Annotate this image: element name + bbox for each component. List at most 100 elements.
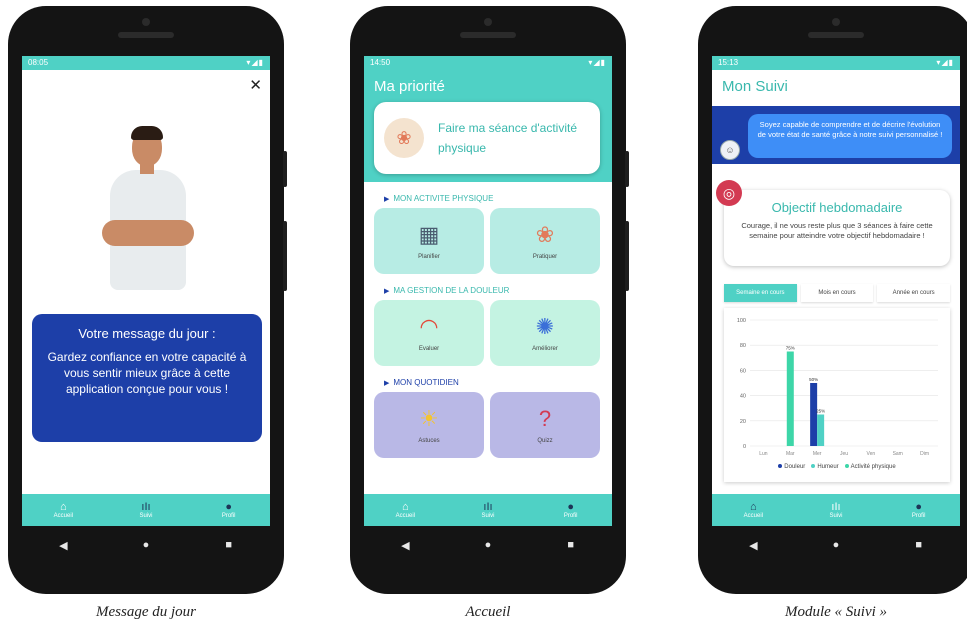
wellbeing-icon: ✺ — [535, 314, 555, 339]
weekly-goal-card: Objectif hebdomadaire Courage, il ne vou… — [724, 190, 950, 266]
section-quotidien: ▶ MON QUOTIDIEN — [384, 378, 459, 387]
nav-profil[interactable]: ● Profil — [529, 494, 612, 526]
home-circle-icon[interactable]: ● — [821, 539, 851, 551]
tile-ameliorer[interactable]: ✺ Améliorer — [490, 300, 600, 366]
phone-accueil: 14:50 ▾◢▮ Ma priorité ❀ Faire ma séance … — [350, 6, 629, 594]
caption-suivi: Module « Suivi » — [784, 604, 888, 620]
nav-accueil[interactable]: ⌂ Accueil — [712, 494, 795, 526]
coach-arms — [102, 220, 194, 246]
period-tabs: Semaine en cours Mois en cours Année en … — [724, 284, 951, 302]
coach-photo — [102, 126, 194, 308]
nav-profil[interactable]: ● Profil — [877, 494, 960, 526]
page-title: Ma priorité — [374, 78, 445, 95]
tile-evaluer[interactable]: ◠ Evaluer — [374, 300, 484, 366]
person-icon: ● — [225, 501, 232, 513]
target-icon: ◎ — [716, 180, 742, 206]
tile-pratiquer[interactable]: ❀ Pratiquer — [490, 208, 600, 274]
home-circle-icon[interactable]: ● — [131, 539, 161, 551]
legend-dot-douleur — [778, 464, 783, 468]
back-icon[interactable]: ◀ — [390, 539, 420, 552]
recents-icon[interactable]: ■ — [214, 539, 244, 551]
nav-accueil[interactable]: ⌂ Accueil — [364, 494, 447, 526]
progress-chart: 0 20 40 60 80 100 Lun Mar Mer Jeu Ven Sam Dim 75% 50% 2… — [724, 308, 950, 482]
power-button — [625, 151, 629, 187]
earpiece — [118, 32, 174, 38]
y-tick-label: 40 — [740, 394, 746, 400]
tile-astuces[interactable]: ☀ Astuces — [374, 392, 484, 458]
coach-hair — [131, 126, 163, 140]
status-time: 15:13 — [718, 58, 739, 67]
android-nav-bar: ◀ ● ■ — [364, 528, 612, 562]
front-camera — [484, 18, 492, 26]
daily-message-card: Votre message du jour : Gardez confiance… — [32, 314, 262, 442]
y-tick-label: 0 — [743, 444, 746, 450]
tab-mois[interactable]: Mois en cours — [800, 284, 874, 302]
status-icons: ▾◢▮ — [246, 58, 264, 67]
home-icon: ⌂ — [402, 501, 409, 513]
x-tick-label: Mer — [813, 451, 822, 457]
front-camera — [832, 18, 840, 26]
status-bar: 14:50 ▾◢▮ — [364, 56, 612, 70]
waveform-icon: ıIı — [141, 501, 151, 513]
home-circle-icon[interactable]: ● — [473, 539, 503, 551]
page-title: Mon Suivi — [722, 78, 788, 95]
caption-message: Message du jour — [96, 604, 196, 620]
nav-accueil[interactable]: ⌂ Accueil — [22, 494, 105, 526]
android-nav-bar: ◀ ● ■ — [22, 528, 270, 562]
waveform-icon: ıIı — [831, 501, 841, 513]
question-icon: ? — [538, 406, 552, 431]
x-tick-label: Mar — [786, 451, 795, 457]
yoga-icon: ❀ — [535, 222, 555, 247]
close-icon[interactable]: ✕ — [249, 76, 262, 94]
priority-card[interactable]: ❀ Faire ma séance d'activité physique — [374, 102, 600, 174]
recents-icon[interactable]: ■ — [904, 539, 934, 551]
nav-suivi[interactable]: ıIı Suivi — [447, 494, 530, 526]
priority-text: Faire ma séance d'activité physique — [438, 121, 578, 155]
screen-suivi: 15:13 ▾◢▮ Mon Suivi Soyez capable de com… — [712, 56, 960, 526]
earpiece — [808, 32, 864, 38]
tile-quizz[interactable]: ? Quizz — [490, 392, 600, 458]
bottom-nav: ⌂ Accueil ıIı Suivi ● Profil — [364, 494, 612, 526]
tab-semaine[interactable]: Semaine en cours — [724, 284, 797, 302]
front-camera — [142, 18, 150, 26]
phone-suivi: 15:13 ▾◢▮ Mon Suivi Soyez capable de com… — [698, 6, 967, 594]
bar-activité-physique — [786, 351, 794, 446]
status-time: 14:50 — [370, 58, 391, 67]
nav-profil[interactable]: ● Profil — [187, 494, 270, 526]
gauge-icon: ◠ — [419, 314, 439, 339]
y-tick-label: 100 — [737, 318, 746, 324]
volume-button — [283, 221, 287, 291]
daily-message-title: Votre message du jour : — [78, 326, 216, 341]
home-icon: ⌂ — [750, 501, 757, 513]
meditation-icon: ❀ — [384, 118, 424, 158]
intro-bubble: Soyez capable de comprendre et de décrir… — [748, 114, 952, 158]
x-tick-label: Lun — [759, 451, 768, 457]
calendar-icon: ▦ — [418, 222, 440, 247]
lightbulb-icon: ☀ — [419, 406, 439, 431]
person-icon: ● — [915, 501, 922, 513]
nav-suivi[interactable]: ıIı Suivi — [105, 494, 188, 526]
nav-suivi[interactable]: ıIı Suivi — [795, 494, 878, 526]
back-icon[interactable]: ◀ — [738, 539, 768, 552]
tab-annee[interactable]: Année en cours — [877, 284, 951, 302]
earpiece — [460, 32, 516, 38]
triangle-icon: ▶ — [384, 380, 390, 387]
data-label: 50% — [809, 377, 818, 382]
chart-svg: 0 20 40 60 80 100 Lun Mar Mer Jeu Ven Sam Dim 75% 50% 2… — [737, 318, 938, 457]
status-bar: 08:05 ▾◢▮ — [22, 56, 270, 70]
back-icon[interactable]: ◀ — [48, 539, 78, 552]
waveform-icon: ıIı — [483, 501, 493, 513]
legend-humeur: Humeur — [811, 464, 839, 470]
bottom-nav: ⌂ Accueil ıIı Suivi ● Profil — [712, 494, 960, 526]
triangle-icon: ▶ — [384, 196, 390, 203]
phone-message-du-jour: 08:05 ▾◢▮ ✕ Votre message du jour : Gard… — [8, 6, 287, 594]
recents-icon[interactable]: ■ — [556, 539, 586, 551]
x-tick-label: Dim — [920, 451, 929, 457]
y-tick-label: 20 — [740, 419, 746, 425]
screen-message: 08:05 ▾◢▮ ✕ Votre message du jour : Gard… — [22, 56, 270, 526]
section-activite: ▶ MON ACTIVITE PHYSIQUE — [384, 194, 494, 203]
tile-planifier[interactable]: ▦ Planifier — [374, 208, 484, 274]
triangle-icon: ▶ — [384, 288, 390, 295]
status-icons: ▾◢▮ — [588, 58, 606, 67]
bar-douleur — [810, 383, 818, 446]
